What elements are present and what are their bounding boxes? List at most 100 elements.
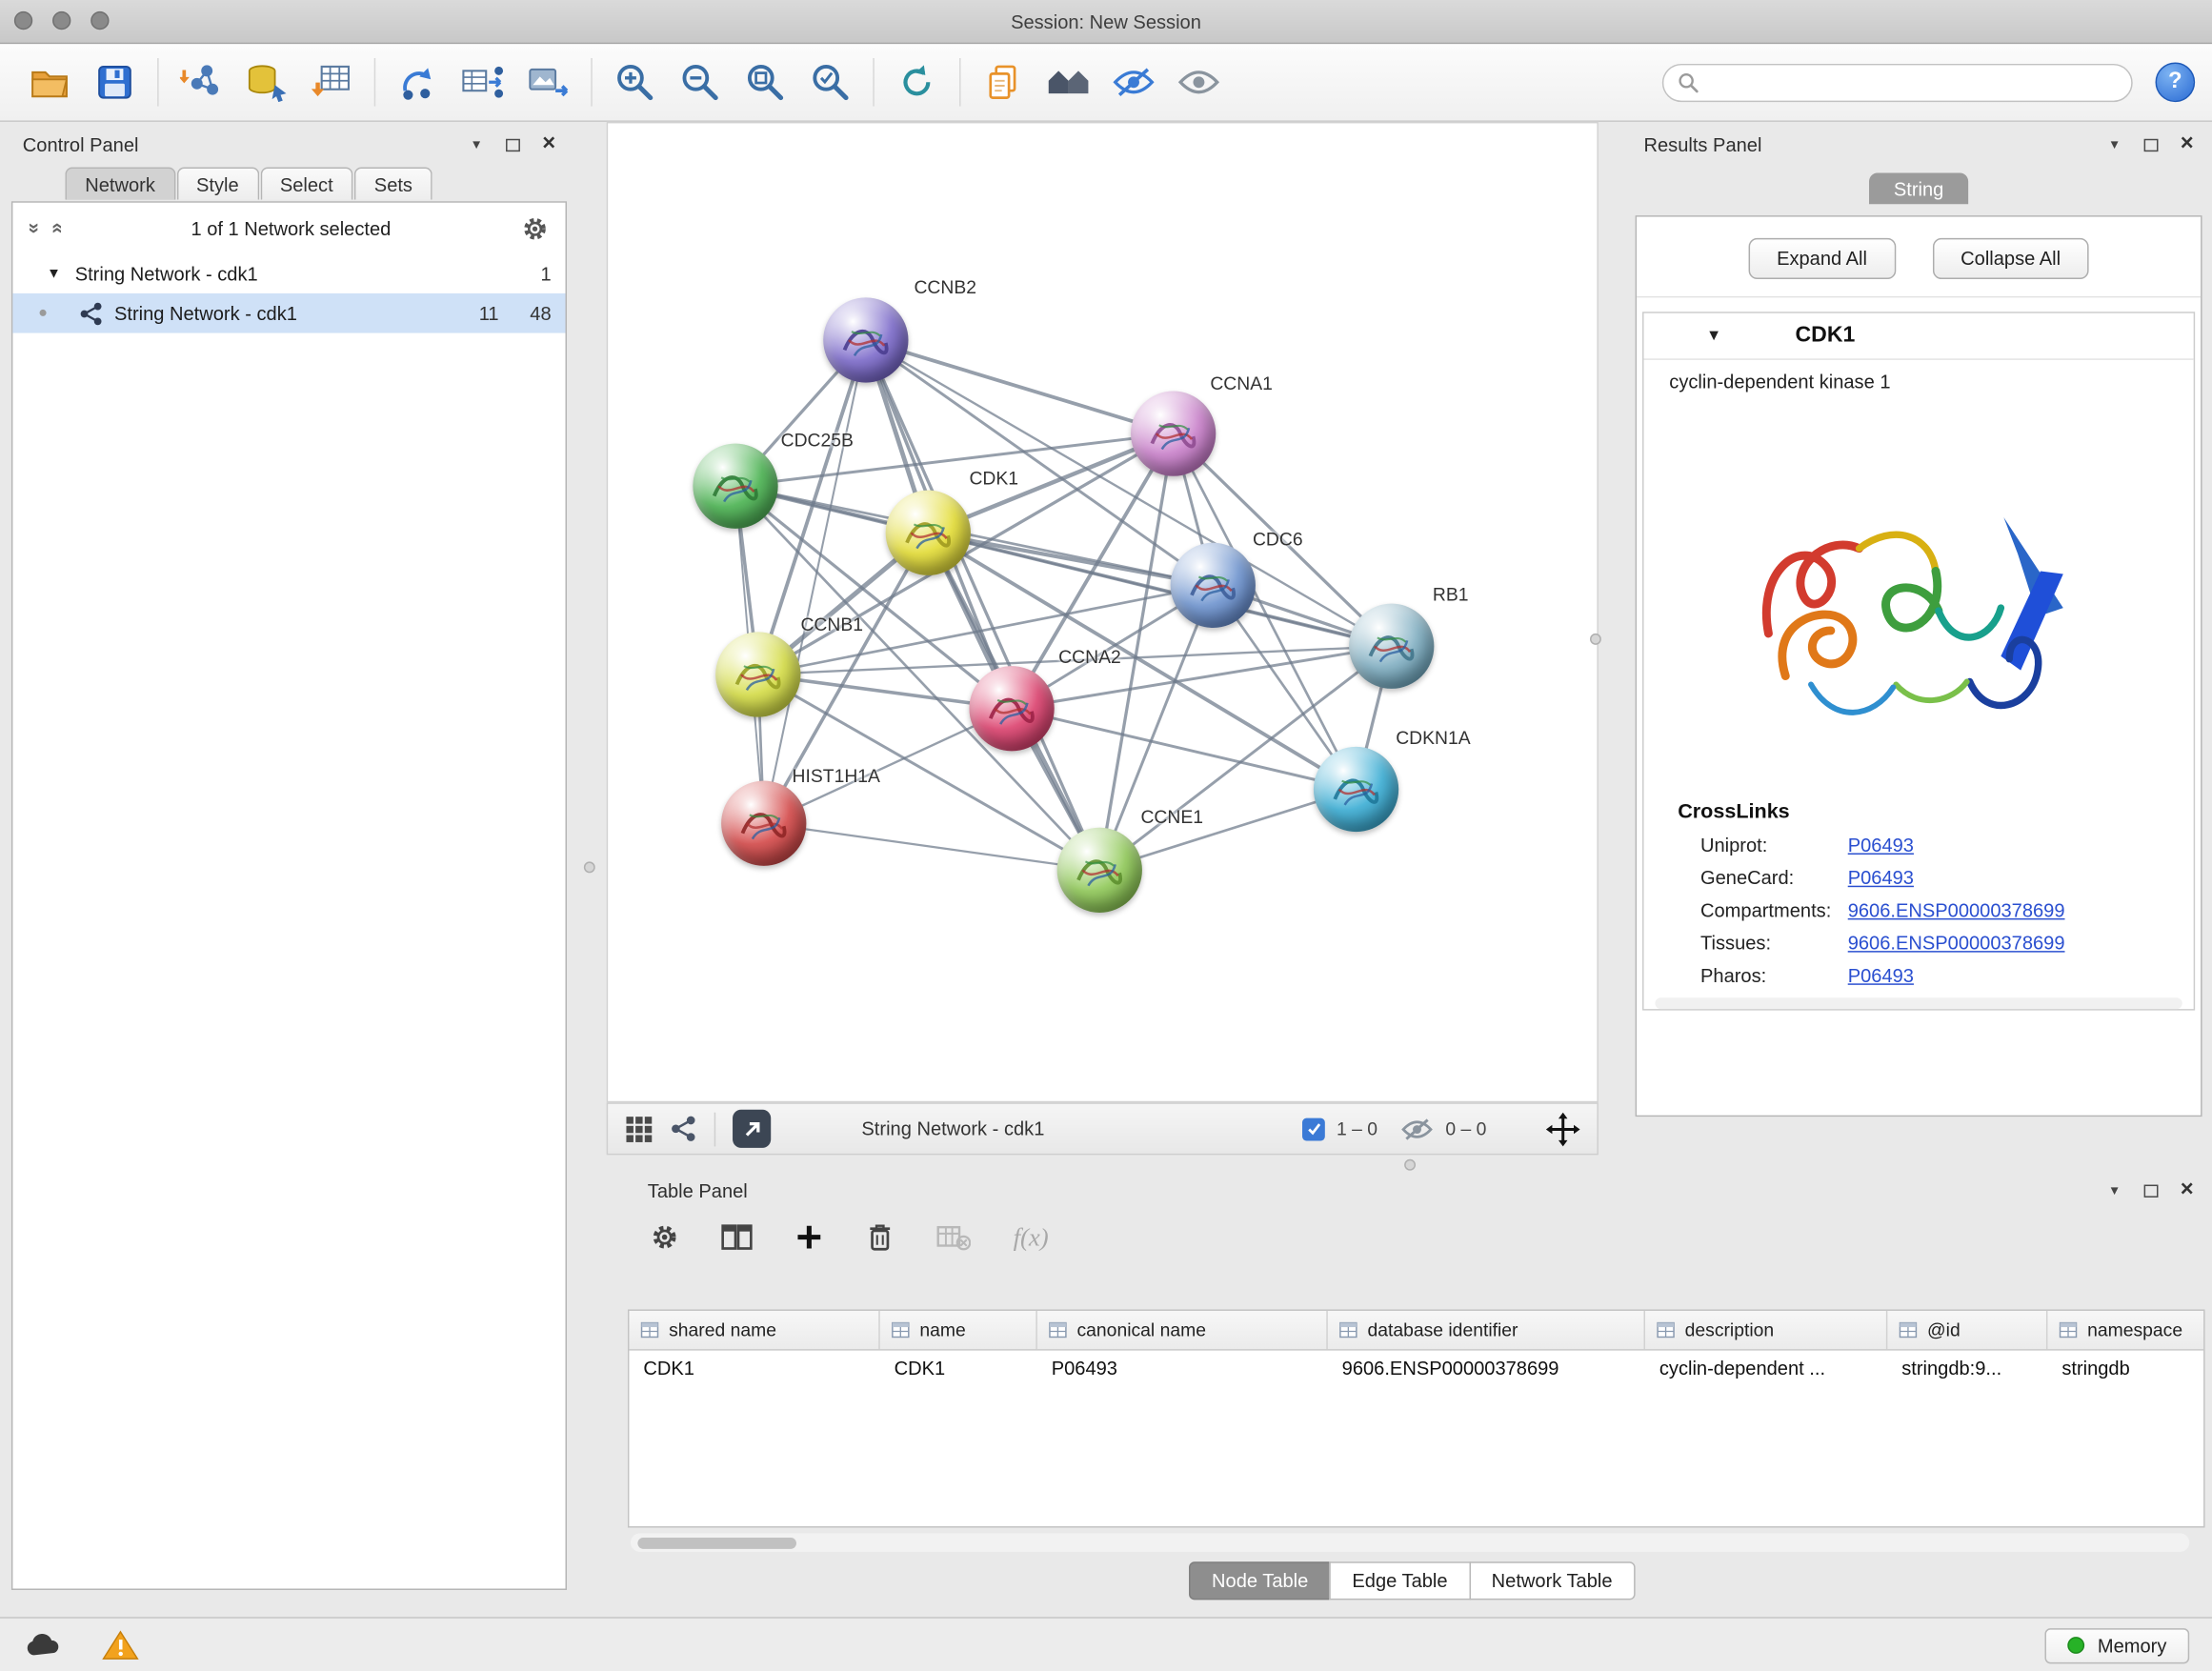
column-header-description[interactable]: description: [1645, 1311, 1887, 1349]
tab-sets[interactable]: Sets: [354, 168, 432, 200]
network-canvas[interactable]: CCNB2CCNA1CDC25BCDK1CDC6RB1CCNB1CCNA2CDK…: [607, 122, 1599, 1102]
network-node-cdkn1a[interactable]: [1314, 747, 1398, 832]
panel-float-icon[interactable]: [2143, 1184, 2158, 1197]
network-node-cdk1[interactable]: [886, 491, 971, 575]
network-edge[interactable]: [764, 340, 866, 823]
table-cell[interactable]: cyclin-dependent ...: [1645, 1351, 1887, 1389]
birds-eye-view-icon[interactable]: [625, 1115, 654, 1143]
panel-float-icon[interactable]: [506, 138, 520, 151]
crosslink-link[interactable]: P06493: [1848, 965, 1914, 986]
panel-close-icon[interactable]: ×: [2181, 133, 2194, 156]
selected-nodes-checkbox[interactable]: [1302, 1117, 1325, 1140]
panel-menu-icon[interactable]: ▼: [2108, 137, 2121, 151]
splitter-handle-left[interactable]: [584, 861, 595, 873]
show-graphics-button[interactable]: [1166, 52, 1231, 111]
network-node-cdc25b[interactable]: [693, 444, 777, 529]
splitter-handle-bottom[interactable]: [1404, 1159, 1416, 1171]
network-node-ccne1[interactable]: [1057, 828, 1142, 913]
network-node-rb1[interactable]: [1349, 604, 1434, 689]
results-hscrollbar[interactable]: [1655, 997, 2182, 1009]
expand-all-button[interactable]: Expand All: [1748, 238, 1895, 279]
table-cell[interactable]: stringdb:9...: [1887, 1351, 2047, 1389]
copy-document-button[interactable]: [971, 52, 1036, 111]
panel-menu-icon[interactable]: ▼: [470, 137, 482, 151]
column-header-name[interactable]: name: [880, 1311, 1037, 1349]
collapse-all-button[interactable]: Collapse All: [1932, 238, 2088, 279]
network-node-ccna2[interactable]: [969, 666, 1054, 751]
apply-layout-button[interactable]: [884, 52, 949, 111]
network-node-ccna1[interactable]: [1131, 392, 1216, 476]
table-cell[interactable]: CDK1: [629, 1351, 879, 1389]
hide-unhide-button[interactable]: [1101, 52, 1166, 111]
tree-expand-icon[interactable]: ▼: [47, 266, 61, 281]
table-hscrollbar[interactable]: [631, 1533, 2189, 1551]
splitter-handle-right[interactable]: [1590, 634, 1601, 645]
save-session-button[interactable]: [82, 52, 147, 111]
zoom-out-button[interactable]: [668, 52, 733, 111]
tab-network[interactable]: Network: [65, 168, 174, 200]
network-edge[interactable]: [866, 340, 1099, 870]
crosslink-link[interactable]: P06493: [1848, 867, 1914, 888]
tab-style[interactable]: Style: [176, 168, 258, 200]
help-button[interactable]: ?: [2156, 62, 2196, 102]
add-column-icon[interactable]: [794, 1223, 823, 1252]
panel-float-icon[interactable]: [2143, 138, 2158, 151]
home-button[interactable]: [1036, 52, 1100, 111]
column-header-namespace[interactable]: namespace: [2047, 1311, 2204, 1349]
tab-select[interactable]: Select: [260, 168, 352, 200]
table-cell[interactable]: stringdb: [2047, 1351, 2204, 1389]
table-cell[interactable]: 9606.ENSP00000378699: [1328, 1351, 1645, 1389]
network-edge[interactable]: [764, 823, 1100, 870]
warning-icon[interactable]: [102, 1630, 139, 1661]
gear-icon[interactable]: [651, 1223, 679, 1252]
network-node-ccnb2[interactable]: [823, 297, 908, 382]
network-edge[interactable]: [866, 340, 1174, 433]
export-image-button[interactable]: [515, 52, 580, 111]
cloud-icon[interactable]: [23, 1631, 63, 1660]
table-row[interactable]: CDK1CDK1P064939606.ENSP00000378699cyclin…: [629, 1351, 2203, 1389]
minimize-window-button[interactable]: [52, 11, 70, 30]
column-header-canonical-name[interactable]: canonical name: [1037, 1311, 1328, 1349]
column-header-@id[interactable]: @id: [1887, 1311, 2047, 1349]
network-edge[interactable]: [1012, 709, 1356, 790]
network-node-hist1h1a[interactable]: [721, 781, 806, 866]
column-header-database-identifier[interactable]: database identifier: [1328, 1311, 1645, 1349]
collapse-section-icon[interactable]: ▼: [1706, 328, 1721, 345]
panel-close-icon[interactable]: ×: [542, 133, 555, 156]
tab-node-table[interactable]: Node Table: [1189, 1561, 1331, 1600]
tab-edge-table[interactable]: Edge Table: [1330, 1561, 1471, 1600]
zoom-fit-button[interactable]: [733, 52, 797, 111]
new-network-button[interactable]: [386, 52, 451, 111]
crosslink-link[interactable]: 9606.ENSP00000378699: [1848, 933, 2065, 954]
panel-close-icon[interactable]: ×: [2181, 1179, 2194, 1202]
column-header-shared-name[interactable]: shared name: [629, 1311, 879, 1349]
show-columns-icon[interactable]: [721, 1223, 753, 1252]
search-input[interactable]: [1709, 70, 2117, 94]
network-node-ccnb1[interactable]: [715, 632, 800, 716]
gear-icon[interactable]: [521, 214, 548, 241]
gene-section-header[interactable]: ▼ CDK1: [1644, 313, 2194, 360]
close-window-button[interactable]: [14, 11, 32, 30]
import-network-from-database-button[interactable]: [233, 52, 298, 111]
crosslink-link[interactable]: P06493: [1848, 835, 1914, 856]
expand-all-icon[interactable]: »: [44, 223, 67, 234]
zoom-in-button[interactable]: [602, 52, 667, 111]
search-box[interactable]: [1662, 63, 2133, 101]
network-collection-row[interactable]: ▼ String Network - cdk1 1: [12, 253, 565, 293]
share-network-icon[interactable]: [671, 1116, 697, 1142]
delete-column-icon[interactable]: [866, 1221, 895, 1253]
tab-string[interactable]: String: [1870, 172, 1968, 204]
crosslink-link[interactable]: 9606.ENSP00000378699: [1848, 900, 2065, 921]
network-edge[interactable]: [928, 533, 1391, 646]
zoom-selected-button[interactable]: [797, 52, 862, 111]
network-row-selected[interactable]: ● String Network - cdk1 11 48: [12, 293, 565, 333]
panel-menu-icon[interactable]: ▼: [2108, 1183, 2121, 1198]
table-cell[interactable]: P06493: [1037, 1351, 1328, 1389]
import-network-button[interactable]: [169, 52, 233, 111]
table-hscrollbar-thumb[interactable]: [637, 1537, 796, 1548]
network-node-cdc6[interactable]: [1171, 543, 1256, 628]
tab-network-table[interactable]: Network Table: [1469, 1561, 1635, 1600]
zoom-window-button[interactable]: [90, 11, 109, 30]
memory-button[interactable]: Memory: [2045, 1627, 2189, 1662]
table-cell[interactable]: CDK1: [880, 1351, 1037, 1389]
